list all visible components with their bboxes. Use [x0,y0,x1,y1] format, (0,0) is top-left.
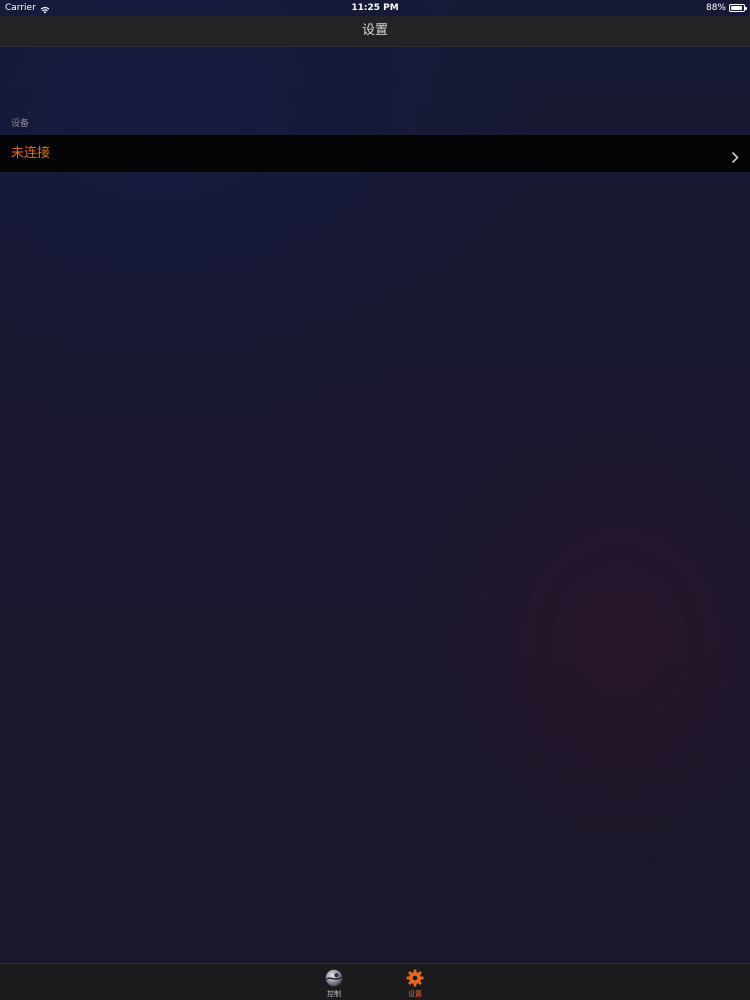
gear-icon [406,969,424,987]
tab-settings-label: 设置 [408,990,422,998]
status-bar: Carrier 11:25 PM 88% [0,0,750,16]
page-title: 设置 [361,23,388,38]
tab-bar: 控制 设置 [0,963,750,1000]
battery-fill [731,6,742,10]
status-right: 88% [705,0,747,16]
navigation-bar: 设置 [0,16,750,47]
battery-icon [729,4,747,12]
tab-control[interactable]: 控制 [314,967,354,1000]
battery-nub [745,7,747,10]
section-header-device: 设备 [11,119,30,129]
status-time: 11:25 PM [351,3,399,13]
tab-settings[interactable]: 设置 [395,967,435,1000]
device-status-label: 未连接 [11,146,51,161]
chevron-right-icon [730,148,740,163]
tab-control-label: 控制 [327,990,341,998]
control-ball-icon [325,969,343,987]
device-connection-row[interactable]: 未连接 [0,135,750,172]
battery-percent: 88% [705,3,726,13]
